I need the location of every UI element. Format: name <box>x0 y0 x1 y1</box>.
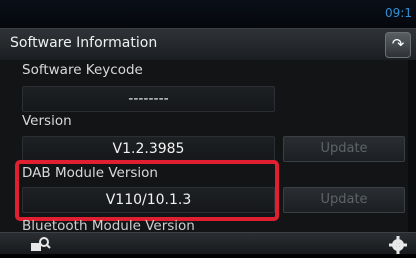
search-device-icon <box>31 237 51 251</box>
dab-update-button[interactable]: Update <box>283 187 405 213</box>
version-update-button[interactable]: Update <box>283 136 405 162</box>
software-keycode-field: -------- <box>22 86 275 112</box>
gear-icon <box>389 236 407 254</box>
search-device-button[interactable] <box>24 233 62 254</box>
version-field: V1.2.3985 <box>22 136 275 162</box>
status-bar: 09:1 <box>0 0 416 28</box>
back-button[interactable]: ↷ <box>385 32 411 58</box>
software-keycode-label: Software Keycode <box>22 62 143 78</box>
page-title: Software Information <box>10 35 158 51</box>
highlight-box <box>15 160 279 221</box>
title-bar: Software Information ↷ <box>0 28 416 61</box>
settings-button[interactable] <box>378 233 416 254</box>
bluetooth-module-version-label: Bluetooth Module Version <box>22 218 195 232</box>
content-area[interactable]: Software Keycode -------- Version V1.2.3… <box>0 60 416 232</box>
back-arrow-icon: ↷ <box>391 35 405 53</box>
scrollbar[interactable] <box>408 60 416 232</box>
clock: 09:1 <box>385 6 412 20</box>
version-label: Version <box>22 113 72 129</box>
bottom-bar <box>0 232 416 254</box>
